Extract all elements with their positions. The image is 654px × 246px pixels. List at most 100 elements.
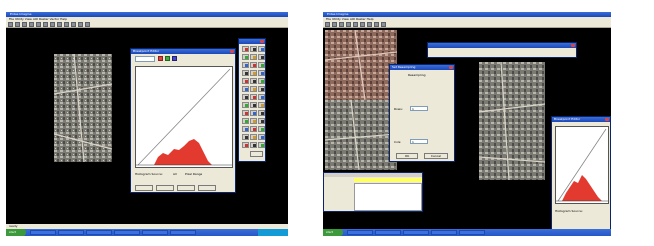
tool-7[interactable]	[242, 62, 249, 68]
blue-channel-icon[interactable]	[172, 56, 177, 61]
save-icon[interactable]	[15, 22, 20, 27]
cancel-button[interactable]: Cancel	[424, 153, 448, 159]
close-icon[interactable]	[605, 118, 609, 121]
inquire-icon[interactable]	[71, 22, 76, 27]
option-all[interactable]: All	[173, 172, 177, 176]
tool-18[interactable]	[258, 86, 265, 92]
tool-21[interactable]	[258, 94, 265, 100]
tool-27[interactable]	[258, 110, 265, 116]
pan-icon[interactable]	[360, 22, 365, 27]
cols-field[interactable]: 1	[410, 139, 428, 144]
option-pixel-range[interactable]: Pixel Range	[185, 172, 202, 176]
taskbar-item[interactable]	[142, 230, 168, 235]
start-button[interactable]: start	[323, 229, 343, 236]
tool-9[interactable]	[258, 62, 265, 68]
taskbar-item[interactable]	[459, 230, 485, 235]
histogram-plot[interactable]	[555, 126, 609, 204]
tool-26[interactable]	[250, 110, 257, 116]
print-icon[interactable]	[339, 22, 344, 27]
tool-20[interactable]	[250, 94, 257, 100]
open-icon[interactable]	[8, 22, 13, 27]
layer-icon[interactable]	[57, 22, 62, 27]
tool-3[interactable]	[258, 46, 265, 52]
section-label: Resampling	[408, 73, 426, 77]
fit-icon[interactable]	[64, 22, 69, 27]
apply-button[interactable]	[135, 185, 153, 191]
green-channel-icon[interactable]	[165, 56, 170, 61]
zoom-icon[interactable]	[36, 22, 41, 27]
tool-19[interactable]	[242, 94, 249, 100]
tool-12[interactable]	[258, 70, 265, 76]
reset-button[interactable]	[156, 185, 174, 191]
fit-icon[interactable]	[381, 22, 386, 27]
tool-39[interactable]	[258, 142, 265, 148]
tool-4[interactable]	[242, 54, 249, 60]
tool-22[interactable]	[242, 102, 249, 108]
list-area[interactable]	[354, 183, 422, 211]
tool-28[interactable]	[242, 118, 249, 124]
start-button[interactable]: start	[6, 229, 26, 236]
taskbar-item[interactable]	[347, 230, 373, 235]
tool-36[interactable]	[258, 134, 265, 140]
tool-37[interactable]	[242, 142, 249, 148]
taskbar-item[interactable]	[114, 230, 140, 235]
tool-8[interactable]	[250, 62, 257, 68]
resample-dialog: Set Resampling Resampling Rows: 1 Cols: …	[389, 64, 455, 162]
layer-icon[interactable]	[374, 22, 379, 27]
tool-38[interactable]	[250, 142, 257, 148]
list-item-selected[interactable]	[354, 178, 422, 182]
tool-34[interactable]	[242, 134, 249, 140]
viewer-icon[interactable]	[29, 22, 34, 27]
tool-15[interactable]	[258, 78, 265, 84]
print-icon[interactable]	[22, 22, 27, 27]
tool-29[interactable]	[250, 118, 257, 124]
close-icon[interactable]	[260, 40, 264, 43]
red-channel-icon[interactable]	[158, 56, 163, 61]
close-palette-button[interactable]	[250, 151, 263, 157]
taskbar-item[interactable]	[375, 230, 401, 235]
channel-select[interactable]	[135, 56, 155, 62]
tool-25[interactable]	[242, 110, 249, 116]
taskbar-item[interactable]	[403, 230, 429, 235]
pan-icon[interactable]	[43, 22, 48, 27]
tool-32[interactable]	[250, 126, 257, 132]
close-icon[interactable]	[230, 50, 234, 53]
tool-23[interactable]	[250, 102, 257, 108]
close-button[interactable]	[198, 185, 216, 191]
tool-13[interactable]	[242, 78, 249, 84]
rows-field[interactable]: 1	[410, 106, 428, 111]
tool-17[interactable]	[250, 86, 257, 92]
info-icon[interactable]	[85, 22, 90, 27]
undo-button[interactable]	[177, 185, 195, 191]
taskbar-item[interactable]	[170, 230, 196, 235]
select-icon[interactable]	[50, 22, 55, 27]
tool-10[interactable]	[242, 70, 249, 76]
close-icon[interactable]	[571, 44, 575, 47]
tool-33[interactable]	[258, 126, 265, 132]
tool-35[interactable]	[250, 134, 257, 140]
tool-5[interactable]	[250, 54, 257, 60]
viewer-icon[interactable]	[346, 22, 351, 27]
taskbar-item[interactable]	[86, 230, 112, 235]
tool-16[interactable]	[242, 86, 249, 92]
tool-1[interactable]	[242, 46, 249, 52]
tool-6[interactable]	[258, 54, 265, 60]
zoom-icon[interactable]	[353, 22, 358, 27]
tool-24[interactable]	[258, 102, 265, 108]
taskbar-item[interactable]	[58, 230, 84, 235]
tool-30[interactable]	[258, 118, 265, 124]
measure-icon[interactable]	[78, 22, 83, 27]
taskbar-item[interactable]	[431, 230, 457, 235]
select-icon[interactable]	[367, 22, 372, 27]
taskbar: start	[323, 229, 611, 236]
open-icon[interactable]	[325, 22, 330, 27]
taskbar-item[interactable]	[30, 230, 56, 235]
tool-14[interactable]	[250, 78, 257, 84]
tool-2[interactable]	[250, 46, 257, 52]
close-icon[interactable]	[449, 66, 453, 69]
save-icon[interactable]	[332, 22, 337, 27]
tool-11[interactable]	[250, 70, 257, 76]
ok-button[interactable]: OK	[396, 153, 418, 159]
tool-31[interactable]	[242, 126, 249, 132]
histogram-plot[interactable]	[135, 66, 233, 168]
